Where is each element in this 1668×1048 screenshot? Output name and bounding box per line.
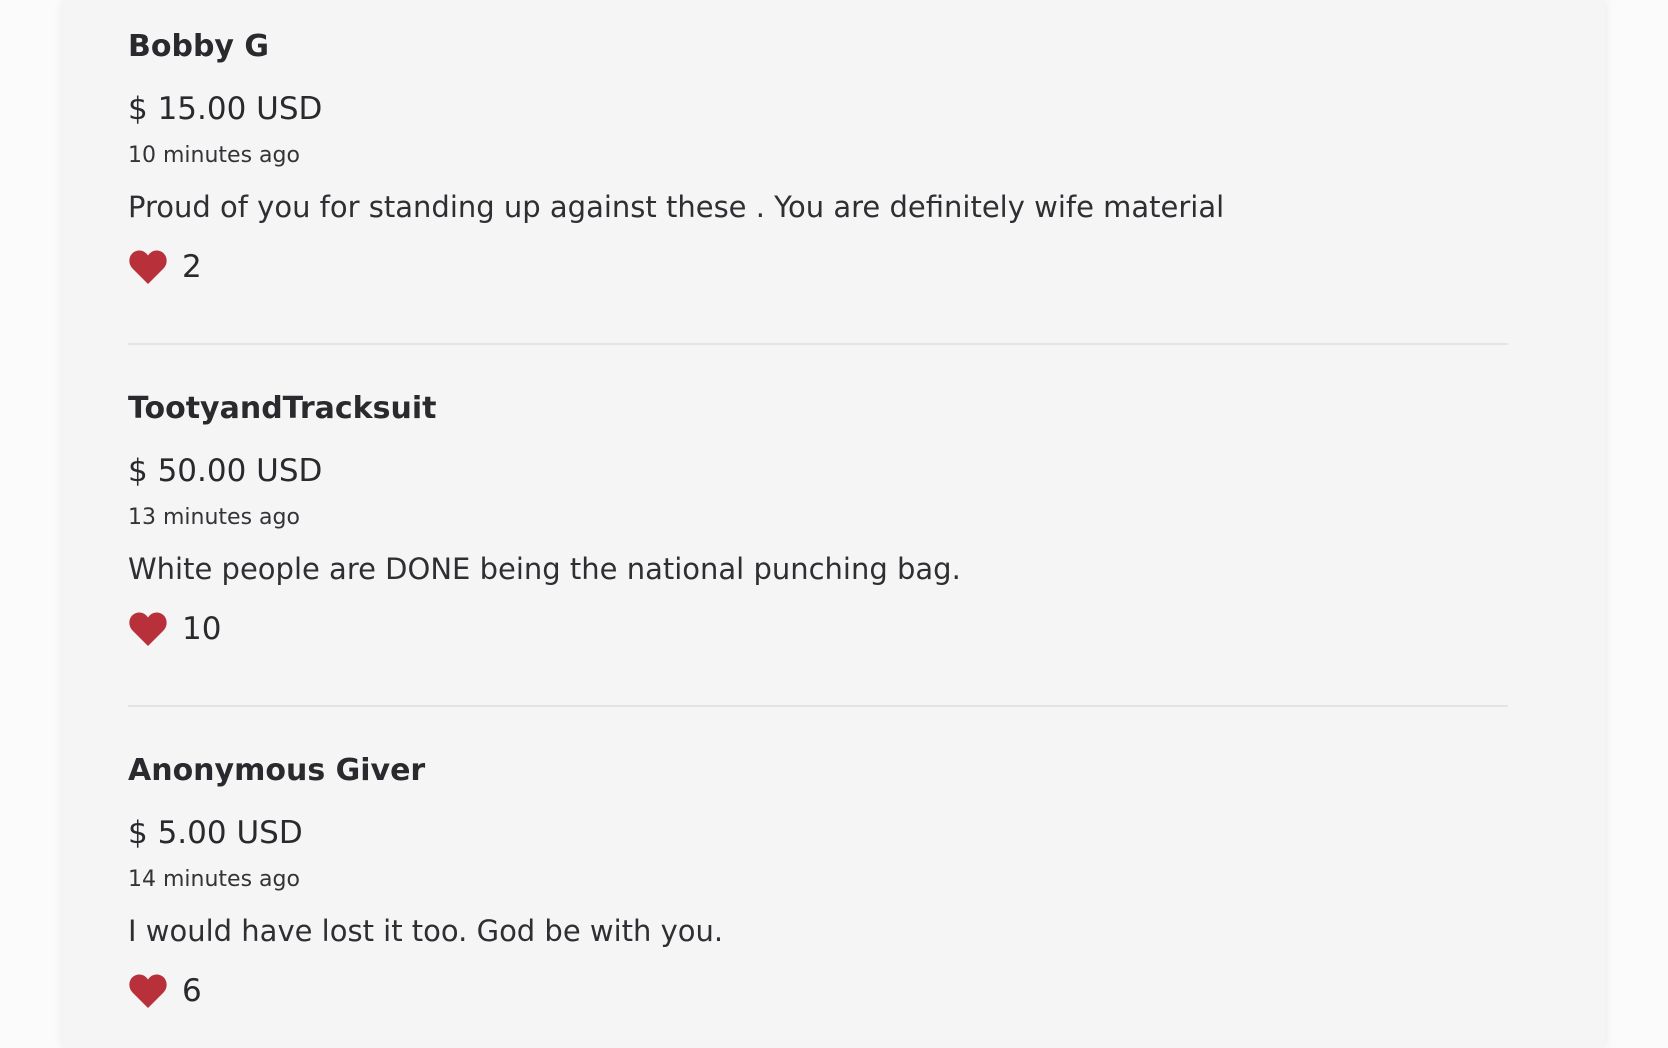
donation-amount: $ 15.00 USD xyxy=(128,91,323,127)
donation-message: Proud of you for standing up against the… xyxy=(128,190,1225,224)
donation-item: TootyandTracksuit $ 50.00 USD 13 minutes… xyxy=(128,389,1508,659)
heart-icon[interactable] xyxy=(128,249,168,285)
donor-name: Anonymous Giver xyxy=(128,753,426,788)
heart-icon[interactable] xyxy=(128,973,168,1009)
donation-item: Bobby G $ 15.00 USD 10 minutes ago Proud… xyxy=(128,27,1508,297)
donations-panel: Bobby G $ 15.00 USD 10 minutes ago Proud… xyxy=(63,0,1605,1048)
donation-amount: $ 5.00 USD xyxy=(128,815,303,851)
like-count: 10 xyxy=(182,611,222,647)
donation-message: I would have lost it too. God be with yo… xyxy=(128,914,724,948)
donor-name: Bobby G xyxy=(128,29,270,64)
like-count: 6 xyxy=(182,973,202,1009)
like-count: 2 xyxy=(182,249,202,285)
donation-time: 14 minutes ago xyxy=(128,867,300,892)
divider xyxy=(128,343,1508,345)
donation-amount: $ 50.00 USD xyxy=(128,453,323,489)
donation-message: White people are DONE being the national… xyxy=(128,552,961,586)
divider xyxy=(128,705,1508,707)
heart-icon[interactable] xyxy=(128,611,168,647)
donor-name: TootyandTracksuit xyxy=(128,391,437,426)
like-button[interactable]: 6 xyxy=(128,971,202,1011)
like-button[interactable]: 2 xyxy=(128,247,202,287)
donation-item: Anonymous Giver $ 5.00 USD 14 minutes ag… xyxy=(128,751,1508,1021)
donation-time: 10 minutes ago xyxy=(128,143,300,168)
donation-time: 13 minutes ago xyxy=(128,505,300,530)
like-button[interactable]: 10 xyxy=(128,609,221,649)
